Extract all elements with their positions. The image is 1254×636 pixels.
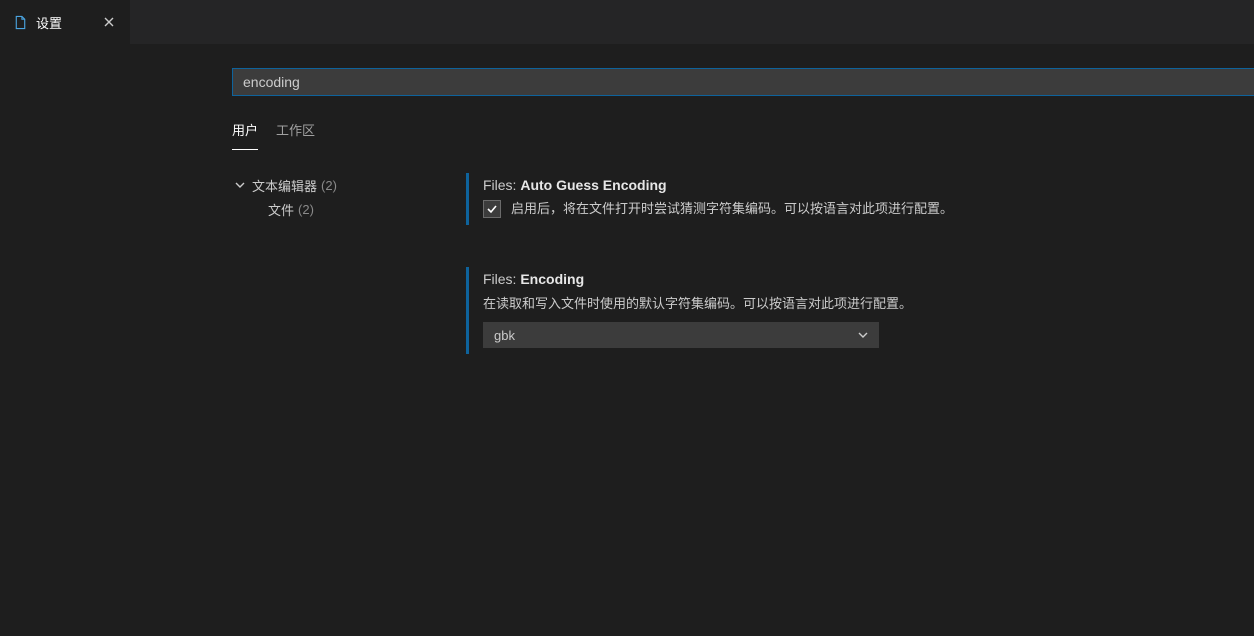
setting-title: Files: Auto Guess Encoding (483, 177, 1254, 193)
tabbar: 设置 (0, 0, 1254, 44)
setting-prefix: Files: (483, 271, 520, 287)
settings-list: Files: Auto Guess Encoding 启用后，将在文件打开时尝试… (466, 173, 1254, 396)
search-wrap (232, 68, 1254, 96)
scope-tab-user[interactable]: 用户 (232, 114, 258, 150)
scope-tab-workspace[interactable]: 工作区 (276, 114, 315, 150)
settings-editor: 用户 工作区 文本编辑器 (2) 文件 (2) Files: Auto Gues… (0, 44, 1254, 396)
setting-desc: 在读取和写入文件时使用的默认字符集编码。可以按语言对此项进行配置。 (483, 293, 1254, 312)
search-input[interactable] (232, 68, 1254, 96)
settings-body: 文本编辑器 (2) 文件 (2) Files: Auto Guess Encod… (232, 173, 1254, 396)
tabbar-empty (130, 0, 1254, 44)
encoding-select[interactable]: gbk (483, 322, 879, 348)
setting-row: 启用后，将在文件打开时尝试猜测字符集编码。可以按语言对此项进行配置。 (483, 199, 1254, 219)
setting-desc: 启用后，将在文件打开时尝试猜测字符集编码。可以按语言对此项进行配置。 (511, 199, 953, 219)
setting-encoding: Files: Encoding 在读取和写入文件时使用的默认字符集编码。可以按语… (466, 267, 1254, 354)
chevron-down-icon (856, 328, 870, 342)
setting-auto-guess-encoding: Files: Auto Guess Encoding 启用后，将在文件打开时尝试… (466, 173, 1254, 225)
tab-title: 设置 (36, 13, 92, 32)
checkbox-auto-guess[interactable] (483, 200, 501, 218)
close-icon[interactable] (100, 13, 118, 31)
tree-item-text-editor[interactable]: 文本编辑器 (2) (232, 173, 466, 197)
setting-name: Encoding (520, 271, 584, 287)
chevron-down-icon (232, 179, 248, 191)
tree-count: (2) (298, 202, 314, 217)
tree-item-files[interactable]: 文件 (2) (232, 197, 466, 221)
scope-tabs: 用户 工作区 (232, 114, 1254, 151)
setting-name: Auto Guess Encoding (520, 177, 666, 193)
tree-count: (2) (321, 178, 337, 193)
file-icon (12, 14, 28, 30)
setting-prefix: Files: (483, 177, 520, 193)
tree-label: 文件 (268, 200, 294, 219)
setting-title: Files: Encoding (483, 271, 1254, 287)
select-value: gbk (494, 328, 515, 343)
tab-settings[interactable]: 设置 (0, 0, 130, 44)
tree-label: 文本编辑器 (252, 176, 317, 195)
settings-tree: 文本编辑器 (2) 文件 (2) (232, 173, 466, 396)
